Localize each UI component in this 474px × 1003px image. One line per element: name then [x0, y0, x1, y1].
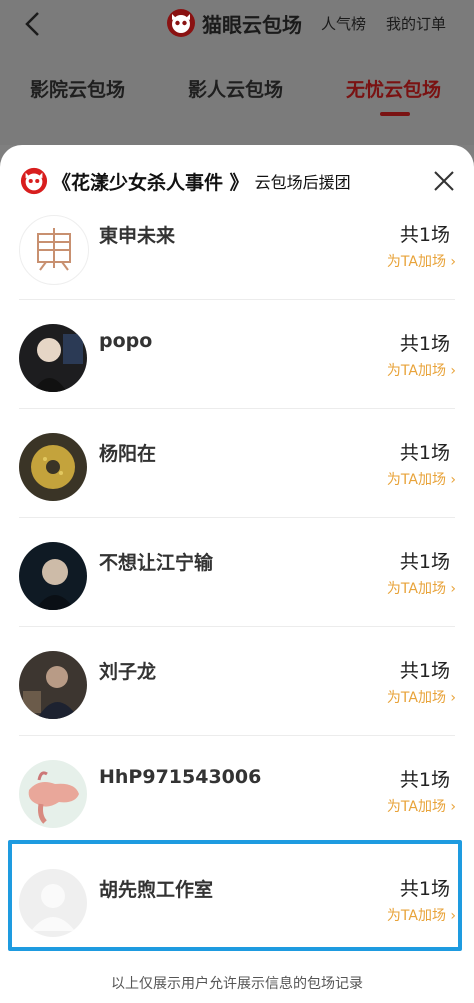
- divider: [19, 517, 455, 518]
- close-icon[interactable]: [432, 169, 456, 193]
- my-orders-link[interactable]: 我的订单: [386, 13, 446, 34]
- supporter-name: 東申未来: [99, 225, 176, 247]
- supporter-row: 不想让江宁输 共1场 为TA加场 ›: [0, 534, 474, 643]
- screening-count: 共1场: [399, 224, 450, 246]
- divider: [19, 626, 455, 627]
- supporter-row: popo 共1场 为TA加场 ›: [0, 316, 474, 425]
- tab-filmmaker[interactable]: 影人云包场: [188, 75, 283, 102]
- add-screening-button[interactable]: 为TA加场 ›: [387, 687, 456, 707]
- dongshen-logo-icon: [37, 228, 71, 271]
- divider: [19, 408, 455, 409]
- film-title: 《花漾少女杀人事件 》: [52, 171, 249, 194]
- add-screening-button[interactable]: 为TA加场 ›: [387, 796, 456, 816]
- highlight-box: [8, 840, 462, 951]
- user-portrait-icon: [33, 334, 83, 392]
- illustration-avatar: [19, 760, 87, 828]
- maoyan-cat-logo-icon: [167, 9, 195, 37]
- supporter-row: 杨阳在 共1场 为TA加场 ›: [0, 425, 474, 534]
- user-portrait-icon: [35, 559, 75, 610]
- portrait-avatar: [19, 324, 87, 392]
- portrait-avatar: [19, 542, 87, 610]
- modal-title: 《花漾少女杀人事件 》 云包场后援团: [20, 167, 351, 195]
- divider: [19, 299, 455, 300]
- donut-avatar: [19, 433, 87, 501]
- modal-subtitle: 云包场后援团: [254, 173, 351, 192]
- back-arrow-icon[interactable]: [20, 10, 48, 38]
- supporter-row: 刘子龙 共1场 为TA加场 ›: [0, 643, 474, 752]
- supporter-name: popo: [99, 330, 153, 352]
- tab-worry-free[interactable]: 无忧云包场: [346, 75, 441, 102]
- active-tab-indicator: [380, 112, 410, 116]
- footnote: 以上仅展示用户允许展示信息的包场记录: [111, 976, 363, 992]
- tab-cinema[interactable]: 影院云包场: [30, 75, 125, 102]
- illustration-icon: [28, 771, 79, 824]
- popularity-ranking-link[interactable]: 人气榜: [321, 13, 366, 34]
- add-screening-button[interactable]: 为TA加场 ›: [387, 360, 456, 380]
- add-screening-button[interactable]: 为TA加场 ›: [387, 251, 456, 271]
- background-app-header: 猫眼云包场 人气榜 我的订单 影院云包场 影人云包场 无忧云包场: [0, 0, 474, 145]
- screening-count: 共1场: [399, 442, 450, 464]
- supporter-name: 不想让江宁输: [99, 552, 214, 574]
- brand: 猫眼云包场: [166, 8, 302, 38]
- screening-count: 共1场: [399, 660, 450, 682]
- maoyan-cat-logo-icon: [20, 167, 48, 195]
- logo-avatar: [19, 215, 89, 285]
- supporters-modal: 《花漾少女杀人事件 》 云包场后援团 東申未来 共1场 为TA加场 › popo…: [0, 145, 474, 1003]
- screening-count: 共1场: [399, 551, 450, 573]
- portrait-avatar: [19, 651, 87, 719]
- supporter-name: HhP971543006: [99, 766, 262, 788]
- add-screening-button[interactable]: 为TA加场 ›: [387, 469, 456, 489]
- supporter-name: 杨阳在: [99, 443, 157, 465]
- add-screening-button[interactable]: 为TA加场 ›: [387, 578, 456, 598]
- user-portrait-icon: [23, 666, 79, 719]
- supporter-name: 刘子龙: [99, 661, 157, 683]
- donut-image-icon: [31, 445, 75, 489]
- brand-name: 猫眼云包场: [202, 12, 302, 37]
- divider: [19, 735, 455, 736]
- screening-count: 共1场: [399, 333, 450, 355]
- supporter-row: 東申未来 共1场 为TA加场 ›: [0, 207, 474, 316]
- screening-count: 共1场: [399, 769, 450, 791]
